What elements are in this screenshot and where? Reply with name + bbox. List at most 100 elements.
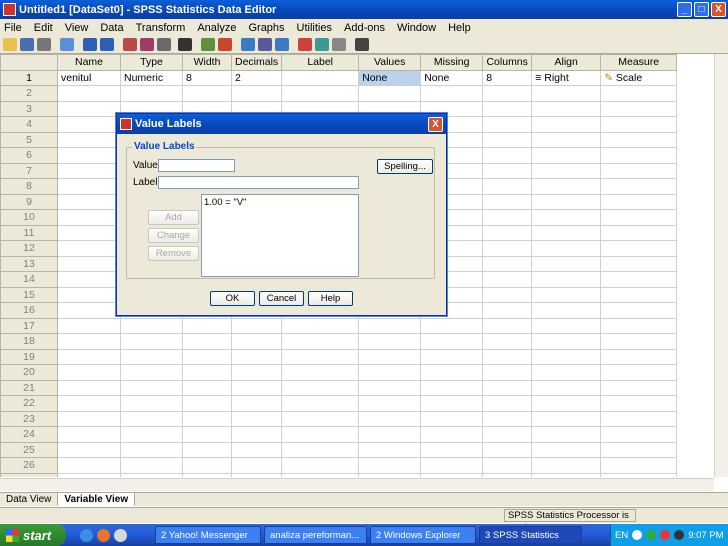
select-cases-icon[interactable] [275,38,289,51]
row-number[interactable]: 4 [0,116,58,133]
empty-cell[interactable] [531,178,602,195]
empty-cell[interactable] [482,85,533,102]
empty-cell[interactable] [482,224,533,241]
menu-file[interactable]: File [4,22,22,34]
row-number[interactable]: 1 [0,69,58,86]
row-number[interactable]: 13 [0,255,58,272]
column-header-width[interactable]: Width [182,54,232,71]
empty-cell[interactable] [482,193,533,210]
empty-cell[interactable] [531,286,602,303]
save-icon[interactable] [20,38,34,51]
row-number[interactable]: 2 [0,85,58,102]
empty-cell[interactable] [230,441,283,458]
empty-cell[interactable] [482,317,533,334]
tray-icon[interactable] [632,530,643,540]
empty-cell[interactable] [600,193,678,210]
close-button[interactable]: X [711,2,726,17]
empty-cell[interactable] [230,457,283,474]
empty-cell[interactable] [482,131,533,148]
empty-cell[interactable] [57,271,121,288]
row-number[interactable]: 5 [0,131,58,148]
empty-cell[interactable] [531,100,602,117]
empty-cell[interactable] [182,85,232,102]
cell-values[interactable]: None [358,69,422,86]
empty-cell[interactable] [57,395,121,412]
empty-cell[interactable] [358,395,422,412]
empty-cell[interactable] [482,364,533,381]
empty-cell[interactable] [182,426,232,443]
column-header-type[interactable]: Type [120,54,183,71]
empty-cell[interactable] [281,364,360,381]
menu-data[interactable]: Data [100,22,123,34]
empty-cell[interactable] [57,379,121,396]
column-header-missing[interactable]: Missing [420,54,484,71]
empty-cell[interactable] [482,147,533,164]
empty-cell[interactable] [600,395,678,412]
empty-cell[interactable] [281,441,360,458]
empty-cell[interactable] [531,131,602,148]
empty-cell[interactable] [358,410,422,427]
value-label-list[interactable]: 1.00 = "V" [201,194,359,277]
row-number[interactable]: 9 [0,193,58,210]
add-button[interactable]: Add [148,210,199,225]
empty-cell[interactable] [120,85,183,102]
empty-cell[interactable] [57,457,121,474]
cell-width[interactable]: 8 [182,69,232,86]
empty-cell[interactable] [182,441,232,458]
row-number[interactable]: 15 [0,286,58,303]
empty-cell[interactable] [57,286,121,303]
empty-cell[interactable] [600,178,678,195]
empty-cell[interactable] [531,240,602,257]
spelling-button[interactable]: Spelling... [377,159,433,174]
empty-cell[interactable] [531,162,602,179]
empty-cell[interactable] [358,426,422,443]
empty-cell[interactable] [531,395,602,412]
horizontal-scrollbar[interactable] [0,478,714,491]
empty-cell[interactable] [120,441,183,458]
empty-cell[interactable] [531,209,602,226]
empty-cell[interactable] [182,410,232,427]
empty-cell[interactable] [57,147,121,164]
row-number[interactable]: 26 [0,457,58,474]
empty-cell[interactable] [482,209,533,226]
change-button[interactable]: Change [148,228,199,243]
empty-cell[interactable] [482,286,533,303]
empty-cell[interactable] [600,426,678,443]
row-number[interactable]: 14 [0,271,58,288]
corner-header[interactable] [0,54,58,71]
empty-cell[interactable] [182,395,232,412]
empty-cell[interactable] [482,426,533,443]
empty-cell[interactable] [531,302,602,319]
empty-cell[interactable] [281,410,360,427]
empty-cell[interactable] [57,410,121,427]
empty-cell[interactable] [57,348,121,365]
find-icon[interactable] [178,38,192,51]
empty-cell[interactable] [281,426,360,443]
insert-variable-icon[interactable] [218,38,232,51]
empty-cell[interactable] [120,364,183,381]
empty-cell[interactable] [531,426,602,443]
maximize-button[interactable]: □ [694,2,709,17]
row-number[interactable]: 23 [0,410,58,427]
empty-cell[interactable] [531,85,602,102]
empty-cell[interactable] [531,224,602,241]
column-header-columns[interactable]: Columns [482,54,533,71]
menu-addons[interactable]: Add-ons [344,22,385,34]
empty-cell[interactable] [182,348,232,365]
empty-cell[interactable] [482,116,533,133]
empty-cell[interactable] [230,410,283,427]
empty-cell[interactable] [230,317,283,334]
empty-cell[interactable] [57,364,121,381]
empty-cell[interactable] [358,317,422,334]
empty-cell[interactable] [600,255,678,272]
empty-cell[interactable] [600,100,678,117]
menu-view[interactable]: View [65,22,89,34]
empty-cell[interactable] [57,131,121,148]
weight-cases-icon[interactable] [258,38,272,51]
menu-transform[interactable]: Transform [136,22,186,34]
minimize-button[interactable]: _ [677,2,692,17]
empty-cell[interactable] [230,348,283,365]
column-header-values[interactable]: Values [358,54,422,71]
empty-cell[interactable] [182,472,232,477]
empty-cell[interactable] [57,224,121,241]
